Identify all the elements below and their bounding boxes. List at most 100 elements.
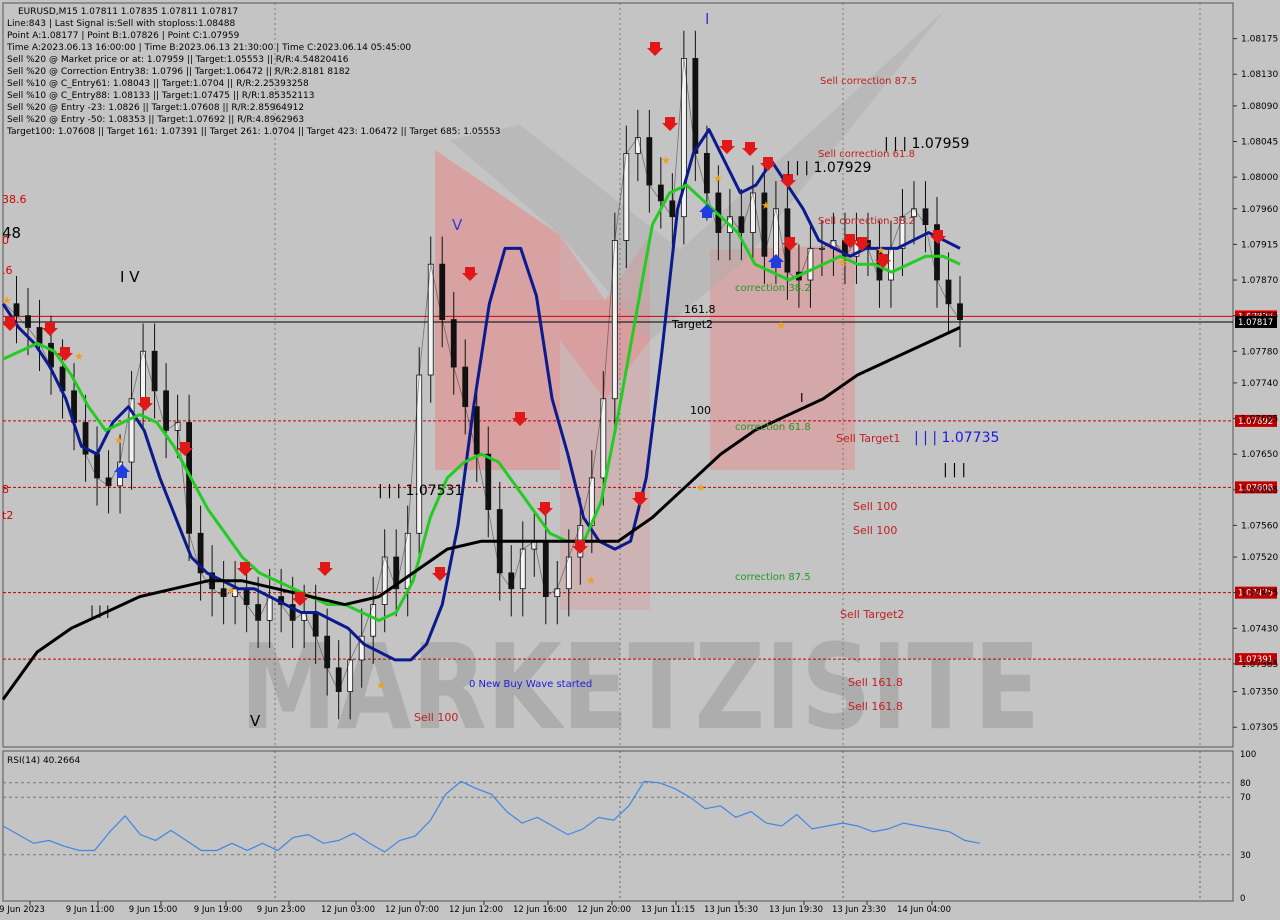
- time-tick-label: 13 Jun 15:30: [704, 905, 758, 915]
- star-icon: ★: [696, 481, 706, 494]
- star-icon: ★: [776, 319, 786, 332]
- price-tick-label: 1.07695: [1241, 415, 1278, 425]
- annotation-label: 48: [2, 224, 21, 242]
- annotation-label: I: [705, 10, 709, 28]
- star-icon: ★: [586, 574, 596, 587]
- price-tick-label: 1.08045: [1241, 138, 1278, 148]
- price-tick-label: 1.07350: [1241, 688, 1278, 698]
- price-tick-label: 1.07430: [1241, 624, 1278, 634]
- annotation-label: Sell Target1: [836, 432, 900, 445]
- time-tick-label: 13 Jun 11:15: [641, 905, 695, 915]
- time-tick-label: 13 Jun 19:30: [769, 905, 823, 915]
- time-tick-label: 9 Jun 19:00: [194, 905, 243, 915]
- annotation-label: | | | 1.07929: [786, 160, 871, 176]
- rsi-tick-label: 30: [1240, 851, 1251, 861]
- time-tick-label: 12 Jun 20:00: [577, 905, 631, 915]
- info-line: Time A:2023.06.13 16:00:00 | Time B:2023…: [6, 43, 411, 53]
- time-tick-label: 9 Jun 11:00: [66, 905, 115, 915]
- price-tick-label: 1.07305: [1241, 723, 1278, 733]
- annotation-label: 161.8: [684, 303, 716, 316]
- star-icon: ★: [226, 584, 236, 597]
- price-tick-label: 1.07825: [1241, 312, 1278, 322]
- time-tick-label: 12 Jun 16:00: [513, 905, 567, 915]
- annotation-label: 38.6: [2, 193, 27, 206]
- star-icon: ★: [376, 679, 386, 692]
- annotation-label: Sell 100: [853, 524, 897, 537]
- annotation-label: Sell 161.8: [848, 676, 903, 689]
- chart-canvas: MARKETZISITE 1.078241.078171.076921.0760…: [0, 2, 1278, 915]
- time-tick-label: 14 Jun 04:00: [897, 905, 951, 915]
- price-axis: 1.08175 1.08130 1.08090 1.08045 1.08000 1.079…: [1233, 35, 1278, 733]
- info-line: Sell %20 @ Entry -50: 1.08353 || Target:…: [7, 115, 304, 125]
- price-tick-label: 1.07560: [1241, 521, 1278, 531]
- rsi-tick-label: 100: [1240, 750, 1256, 760]
- info-line: Point A:1.08177 | Point B:1.07826 | Poin…: [7, 31, 240, 41]
- star-icon: ★: [114, 434, 124, 447]
- annotation-label: 8: [2, 483, 9, 496]
- info-line: Sell %20 @ Correction Entry38: 1.0796 ||…: [7, 67, 350, 77]
- annotation-label: Target2: [671, 318, 713, 331]
- annotation-label: 100: [690, 404, 711, 417]
- info-line: Sell %10 @ C_Entry61: 1.08043 || Target:…: [7, 79, 309, 89]
- price-tick-label: 1.07605: [1241, 486, 1278, 496]
- annotation-label: V: [250, 712, 261, 730]
- annotation-label: Sell 100: [853, 500, 897, 513]
- price-tick-label: 1.07870: [1241, 276, 1278, 286]
- annotation-label: 0 New Buy Wave started: [469, 679, 592, 690]
- star-icon: ★: [74, 350, 84, 363]
- annotation-label: | | | 1.07735: [914, 430, 999, 446]
- annotation-label: Sell Target2: [840, 608, 904, 621]
- star-icon: ★: [661, 154, 671, 167]
- symbol-line: EURUSD,M15 1.07811 1.07835 1.07811 1.078…: [18, 7, 238, 17]
- time-axis: 9 Jun 2023 9 Jun 11:00 9 Jun 15:00 9 Jun 19…: [0, 901, 951, 915]
- price-tick-label: 1.07520: [1241, 553, 1278, 563]
- time-tick-label: 12 Jun 12:00: [449, 905, 503, 915]
- star-icon: ★: [838, 256, 848, 269]
- time-tick-label: 9 Jun 23:00: [257, 905, 306, 915]
- rsi-tick-label: 0: [1240, 894, 1245, 904]
- price-tick-label: 1.07650: [1241, 450, 1278, 460]
- rsi-title: RSI(14) 40.2664: [7, 756, 80, 766]
- price-tick-label: 1.07385: [1241, 660, 1278, 670]
- star-icon: ★: [761, 199, 771, 212]
- price-tick-label: 1.08130: [1241, 70, 1278, 80]
- info-line: Sell %10 @ C_Entry88: 1.08133 || Target:…: [7, 91, 315, 101]
- price-tick-label: 1.07960: [1241, 205, 1278, 215]
- info-line: Target100: 1.07608 || Target 161: 1.0739…: [6, 127, 501, 137]
- price-tick-label: 1.08175: [1241, 35, 1278, 45]
- annotation-label: .6: [2, 264, 13, 277]
- time-tick-label: 12 Jun 07:00: [385, 905, 439, 915]
- annotation-label: correction 61.8: [735, 422, 811, 433]
- annotation-label: Sell 100: [414, 711, 458, 724]
- rsi-tick-label: 80: [1240, 779, 1251, 789]
- annotation-label: I: [800, 391, 804, 405]
- annotation-label: correction 87.5: [735, 572, 811, 583]
- price-tick-label: 1.07740: [1241, 379, 1278, 389]
- annotation-label: t2: [2, 509, 13, 522]
- annotation-label: I V: [120, 268, 140, 286]
- time-tick-label: 13 Jun 23:30: [832, 905, 886, 915]
- annotation-label: Sell correction 38.2: [818, 216, 915, 227]
- price-tick-label: 1.07915: [1241, 240, 1278, 250]
- info-line: Line:843 | Last Signal is:Sell with stop…: [7, 19, 235, 29]
- annotation-label: correction 38.2: [735, 283, 811, 294]
- annotation-label: | | | 1.07959: [884, 136, 969, 152]
- rsi-plot-area[interactable]: [2, 750, 1234, 902]
- star-icon: ★: [2, 294, 12, 307]
- annotation-label: Sell correction 87.5: [820, 76, 917, 87]
- info-line: Sell %20 @ Entry -23: 1.0826 || Target:1…: [7, 103, 304, 113]
- annotation-label: | | | 1.07531: [378, 483, 463, 499]
- price-tick-label: 1.08090: [1241, 102, 1278, 112]
- price-tick-label: 1.07780: [1241, 347, 1278, 357]
- star-icon: ★: [876, 244, 886, 257]
- annotation-label: V: [452, 216, 463, 234]
- time-tick-label: 12 Jun 03:00: [321, 905, 375, 915]
- annotation-label: Sell 161.8: [848, 700, 903, 713]
- price-tick-label: 1.08000: [1241, 173, 1278, 183]
- price-tick-label: 1.07475: [1241, 589, 1278, 599]
- rsi-tick-label: 70: [1240, 793, 1251, 803]
- time-tick-label: 9 Jun 15:00: [129, 905, 178, 915]
- info-line: Sell %20 @ Market price or at: 1.07959 |…: [7, 55, 349, 65]
- annotation-label: | | |: [90, 604, 110, 618]
- time-tick-label: 9 Jun 2023: [0, 905, 45, 915]
